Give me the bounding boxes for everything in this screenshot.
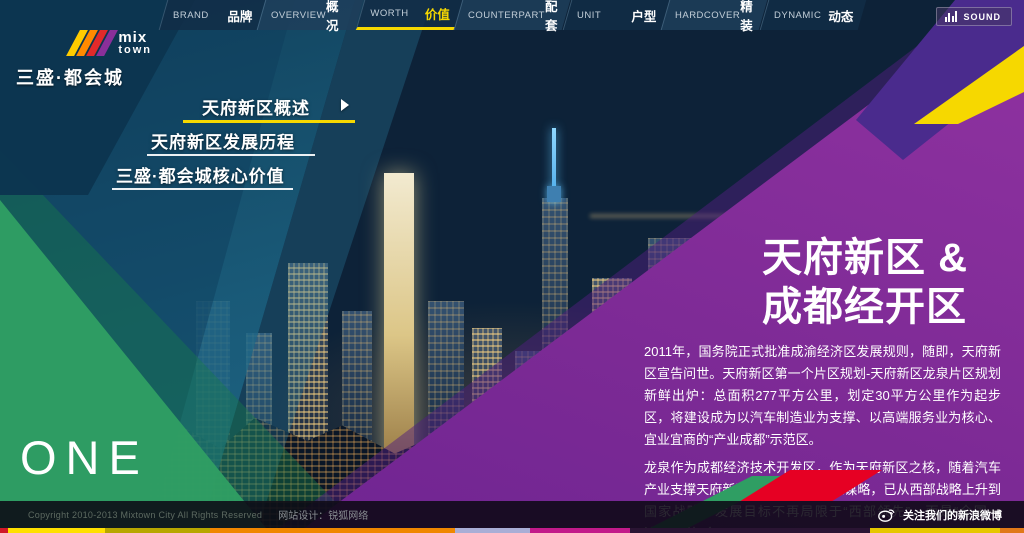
nav-zh-label: 精装 xyxy=(740,0,754,34)
paragraph-1: 2011年，国务院正式批准成渝经济区发展规则，随即，天府新区宣告问世。天府新区第… xyxy=(644,341,1001,451)
logo-text-mix: mix xyxy=(118,30,147,45)
nav-zh-label: 概况 xyxy=(326,0,350,34)
sidebar-item-overview[interactable]: 天府新区概述 xyxy=(202,94,310,119)
stripe-segment xyxy=(1000,528,1024,533)
logo-name: 三盛·都会城 xyxy=(16,64,176,90)
sidebar-underline xyxy=(112,188,293,190)
stripe-segment xyxy=(8,528,105,533)
logo-text-town: town xyxy=(118,45,152,56)
nav-zh-label: 品牌 xyxy=(227,6,252,25)
antenna-light xyxy=(552,128,556,202)
nav-en-label: OVERVIEW xyxy=(271,10,326,21)
section-title-line1: 天府新区 & xyxy=(762,234,968,283)
nav-en-label: BRAND xyxy=(173,10,209,21)
nav-en-label: UNIT xyxy=(577,10,601,21)
page: mix town 三盛·都会城 BRAND 品牌 OVERVIEW概况 WORTH… xyxy=(0,0,1024,533)
sidebar-underline xyxy=(147,154,315,156)
nav-en-label: COUNTERPART xyxy=(468,10,545,21)
stripe-segment xyxy=(530,528,630,533)
sidebar-underline-active xyxy=(183,120,355,123)
nav-item-overview[interactable]: OVERVIEW概况 xyxy=(257,0,364,30)
nav-en-label: DYNAMIC xyxy=(774,10,821,21)
footer-bar: Copyright 2010-2013 Mixtown City All Rig… xyxy=(0,501,1024,528)
design-credit: 网站设计：锐狐网络 xyxy=(278,507,368,522)
stripe-segment xyxy=(455,528,530,533)
section-title-line2: 成都经开区 xyxy=(762,283,968,332)
copyright-text: Copyright 2010-2013 Mixtown City All Rig… xyxy=(28,510,262,520)
sound-label: SOUND xyxy=(963,12,1001,22)
nav-zh-label: 户型 xyxy=(631,6,656,25)
bottom-stripe xyxy=(0,528,1024,533)
sound-button[interactable]: SOUND xyxy=(936,7,1012,26)
nav-zh-label: 动态 xyxy=(828,6,853,25)
section-index-label: ONE xyxy=(20,430,149,485)
sidebar-item-core-value[interactable]: 三盛·都会城核心价值 xyxy=(116,162,285,187)
stripe-segment xyxy=(0,528,8,533)
weibo-link[interactable]: 关注我们的新浪微博 xyxy=(878,501,1002,528)
nav-item-hardcover[interactable]: HARDCOVER精装 xyxy=(661,0,768,30)
site-logo[interactable]: mix town 三盛·都会城 xyxy=(16,22,176,90)
nav-item-worth[interactable]: WORTH 价值 xyxy=(356,0,463,30)
nav-item-counterpart[interactable]: COUNTERPART配套 xyxy=(454,0,571,30)
sidebar-item-history[interactable]: 天府新区发展历程 xyxy=(151,128,295,153)
nav-en-label: HARDCOVER xyxy=(675,10,740,21)
weibo-icon xyxy=(878,507,895,522)
nav-item-dynamic[interactable]: DYNAMIC 动态 xyxy=(759,0,866,30)
nav-item-unit[interactable]: UNIT 户型 xyxy=(562,0,669,30)
stripe-segment xyxy=(105,528,210,533)
nav-item-brand[interactable]: BRAND 品牌 xyxy=(159,0,266,30)
nav-en-label: WORTH xyxy=(370,8,408,19)
stripe-segment xyxy=(210,528,455,533)
stripe-segment xyxy=(630,528,870,533)
nav-zh-label: 价值 xyxy=(425,4,450,23)
logo-wordmark: mix town xyxy=(118,30,152,56)
stripe-segment xyxy=(870,528,1000,533)
active-item-arrow-icon xyxy=(341,99,349,111)
nav-zh-label: 配套 xyxy=(545,0,558,34)
weibo-label: 关注我们的新浪微博 xyxy=(903,507,1002,523)
equalizer-icon xyxy=(945,11,958,22)
section-title: 天府新区 & 成都经开区 xyxy=(762,234,968,332)
top-nav: BRAND 品牌 OVERVIEW概况 WORTH 价值 COUNTERPART配套… xyxy=(163,0,862,30)
logo-mark: mix town xyxy=(16,22,152,56)
